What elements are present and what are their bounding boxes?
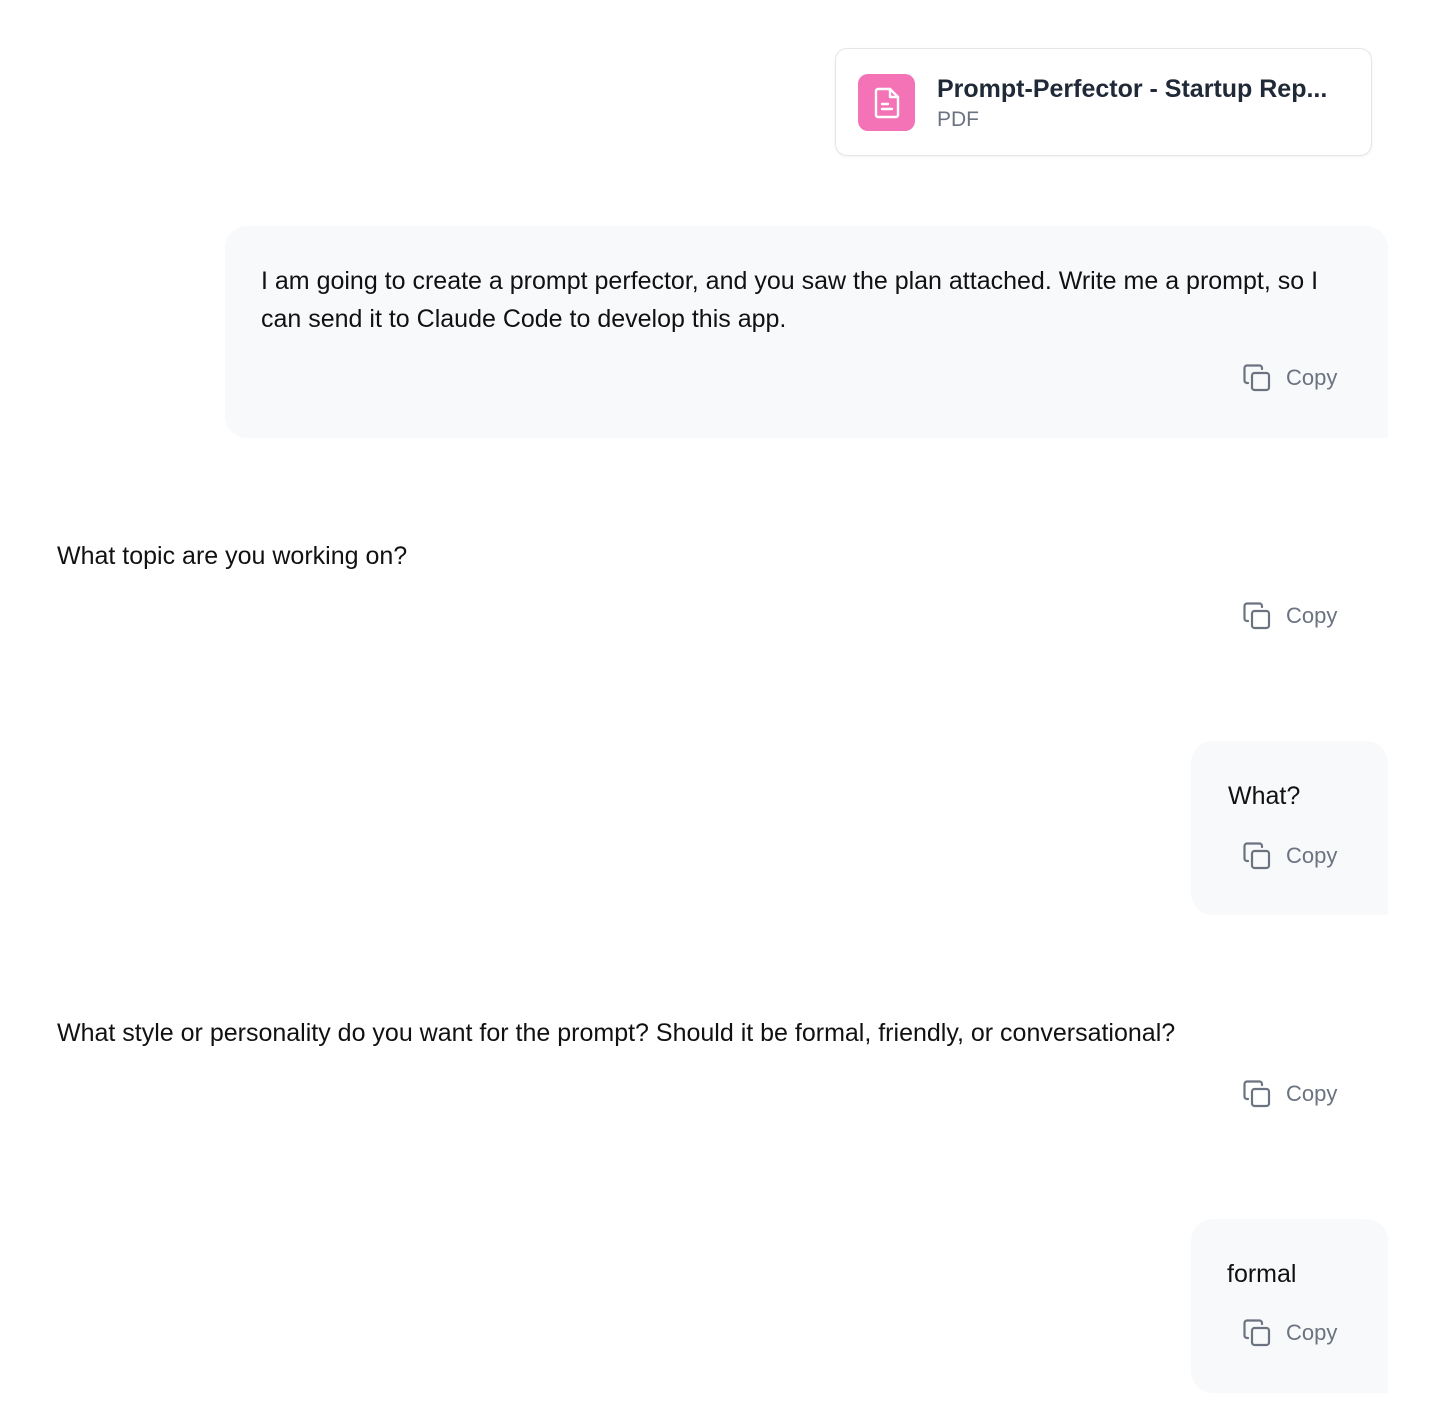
copy-icon	[1243, 1319, 1271, 1347]
copy-icon	[1243, 364, 1271, 392]
copy-icon	[1243, 602, 1271, 630]
pdf-attachment-card[interactable]: Prompt-Perfector - Startup Rep... PDF	[835, 48, 1372, 156]
user-message-bubble: I am going to create a prompt perfector,…	[225, 226, 1388, 438]
user-message-text: I am going to create a prompt perfector,…	[261, 267, 1319, 333]
attachment-file-type: PDF	[937, 108, 979, 131]
assistant-message-text: What topic are you working on?	[57, 542, 408, 570]
copy-label: Copy	[1286, 365, 1338, 390]
copy-label: Copy	[1286, 603, 1338, 628]
assistant-message-text: What style or personality do you want fo…	[57, 1019, 1176, 1047]
document-icon	[858, 74, 915, 131]
copy-button[interactable]: Copy	[1242, 361, 1337, 395]
copy-label: Copy	[1286, 843, 1338, 868]
user-message-bubble: formal	[1191, 1219, 1388, 1393]
copy-button[interactable]: Copy	[1242, 1316, 1337, 1350]
copy-label: Copy	[1286, 1320, 1338, 1345]
copy-label: Copy	[1286, 1081, 1338, 1106]
copy-icon	[1243, 1080, 1271, 1108]
attachment-file-name: Prompt-Perfector - Startup Rep...	[937, 75, 1328, 103]
copy-button[interactable]: Copy	[1242, 599, 1337, 633]
copy-icon	[1243, 842, 1271, 870]
user-message-text: formal	[1227, 1260, 1297, 1288]
user-message-bubble: What?	[1191, 741, 1388, 915]
user-message-text: What?	[1228, 782, 1301, 810]
copy-button[interactable]: Copy	[1242, 1077, 1337, 1111]
copy-button[interactable]: Copy	[1242, 839, 1337, 873]
